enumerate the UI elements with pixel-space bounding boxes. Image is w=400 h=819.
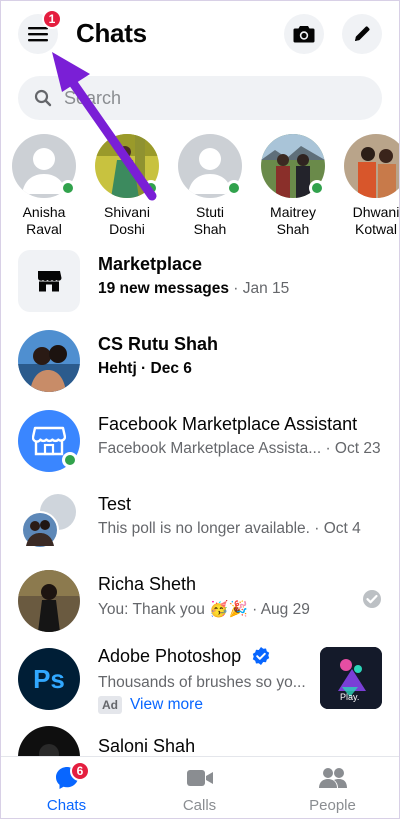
preview-text: 19 new messages bbox=[98, 280, 229, 297]
chat-name: CS Rutu Shah bbox=[98, 334, 218, 354]
sponsor-name: Adobe Photoshop bbox=[98, 646, 242, 666]
chat-name: Saloni Shah bbox=[98, 736, 196, 756]
view-more-link[interactable]: View more bbox=[130, 696, 203, 714]
group-avatar bbox=[21, 494, 76, 549]
preview-text: Facebook Marketplace Assista... bbox=[98, 440, 322, 457]
avatar bbox=[18, 330, 80, 392]
chat-time: · Oct 23 bbox=[321, 440, 381, 457]
video-camera-icon bbox=[186, 770, 213, 786]
photo-avatar bbox=[18, 330, 80, 392]
online-indicator bbox=[62, 452, 78, 468]
chat-row[interactable]: Saloni Shah bbox=[0, 724, 400, 756]
annotation-arrow bbox=[52, 52, 157, 201]
chat-row[interactable]: Facebook Marketplace Assistant Facebook … bbox=[0, 402, 400, 482]
photo-avatar bbox=[18, 726, 80, 756]
chat-name: Test bbox=[98, 494, 132, 514]
verified-badge-icon bbox=[252, 647, 270, 665]
chat-preview: Facebook Marketplace Assista... · Oct 23 bbox=[98, 440, 388, 458]
tab-label: Chats bbox=[46, 797, 87, 814]
chat-preview: 19 new messages · Jan 15 bbox=[98, 280, 368, 298]
chat-preview: You: Thank you 🥳🎉 · Aug 29 bbox=[98, 600, 368, 619]
read-check-icon bbox=[363, 590, 381, 608]
chat-name: Adobe Photoshop bbox=[98, 646, 270, 667]
chat-row[interactable]: Test This poll is no longer available. ·… bbox=[0, 482, 400, 562]
chat-name: Richa Sheth bbox=[98, 574, 197, 594]
store-icon bbox=[38, 271, 62, 292]
photo-avatar bbox=[18, 570, 80, 632]
tab-label: People bbox=[309, 797, 356, 814]
avatar bbox=[18, 570, 80, 632]
ad-row: Ad View more bbox=[98, 696, 203, 714]
ad-thumbnail-text: Play. bbox=[340, 692, 360, 702]
store-icon bbox=[32, 426, 66, 456]
bottom-navigation: 6 Chats Calls People bbox=[0, 756, 400, 819]
avatar: Ps bbox=[18, 648, 80, 710]
chat-time: · Oct 4 bbox=[309, 520, 361, 537]
tab-calls[interactable]: Calls bbox=[133, 763, 266, 814]
tab-label: Calls bbox=[182, 797, 217, 814]
chat-name: Facebook Marketplace Assistant bbox=[98, 414, 358, 434]
photoshop-logo: Ps bbox=[33, 663, 65, 694]
preview-text: You: Thank you 🥳🎉 bbox=[98, 601, 248, 618]
avatar bbox=[18, 490, 80, 552]
ad-thumbnail[interactable]: Play. bbox=[320, 647, 382, 709]
chat-preview: This poll is no longer available. · Oct … bbox=[98, 520, 388, 538]
chat-time: · Jan 15 bbox=[228, 280, 290, 297]
ad-label: Ad bbox=[98, 696, 122, 714]
chat-row[interactable]: Richa Sheth You: Thank you 🥳🎉 · Aug 29 bbox=[0, 562, 400, 642]
tab-chats[interactable]: 6 Chats bbox=[0, 761, 133, 814]
preview-text: This poll is no longer available. bbox=[98, 520, 310, 537]
tab-people[interactable]: People bbox=[266, 763, 399, 814]
chat-preview: Hehtj · Dec 6 bbox=[98, 360, 192, 377]
people-icon bbox=[318, 768, 347, 788]
chats-badge: 6 bbox=[70, 761, 90, 781]
chat-preview: Thousands of brushes so yo... bbox=[98, 674, 306, 691]
avatar bbox=[18, 726, 80, 756]
chat-time: · Aug 29 bbox=[247, 601, 310, 618]
chat-row[interactable]: CS Rutu Shah Hehtj · Dec 6 bbox=[0, 322, 400, 402]
